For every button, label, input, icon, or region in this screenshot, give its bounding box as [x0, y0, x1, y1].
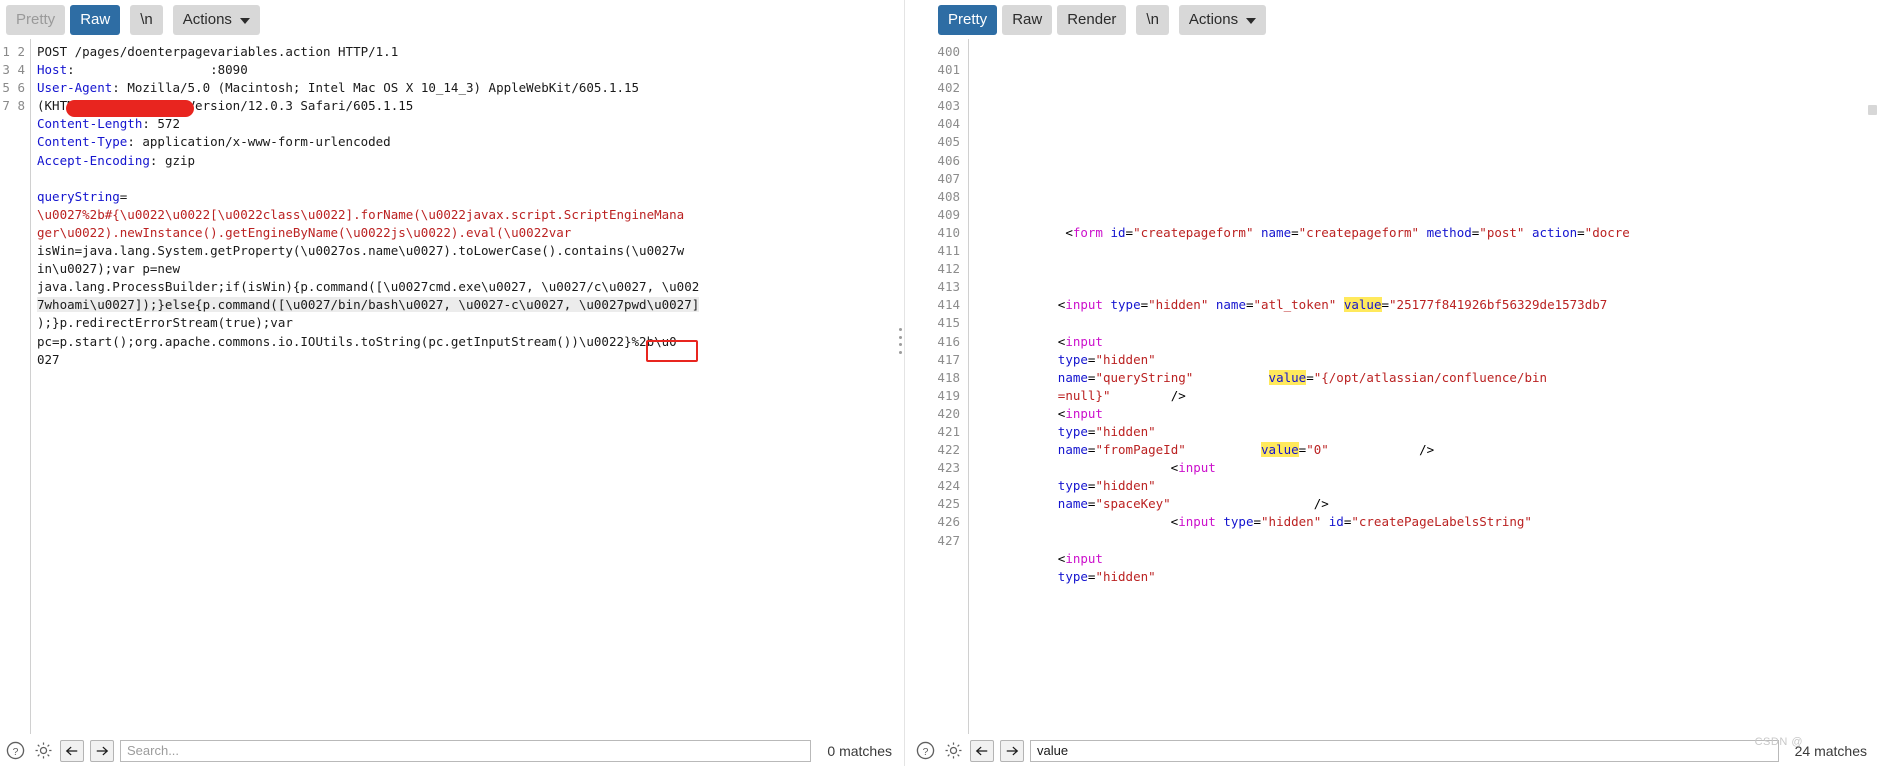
search-next-button[interactable] — [1000, 739, 1024, 762]
response-bottom-bar: ? 24 matches — [910, 734, 1879, 766]
tab-request-pretty[interactable]: Pretty — [6, 5, 66, 35]
response-panel: Pretty Raw Render \n Actions 400 401 402… — [910, 0, 1879, 766]
response-search-input[interactable] — [1030, 739, 1779, 762]
request-line-numbers: 1 2 3 4 5 6 7 8 — [0, 39, 30, 734]
panel-drag-handle[interactable] — [899, 328, 903, 354]
request-match-count: 0 matches — [827, 742, 892, 759]
gear-icon[interactable] — [942, 740, 964, 762]
response-actions-label: Actions — [1188, 11, 1239, 28]
request-bottom-bar: ? 0 matches — [0, 734, 904, 766]
chevron-down-icon — [1246, 17, 1257, 24]
request-search-input[interactable] — [120, 739, 812, 762]
response-pretty-text: <form id="createpageform" name="createpa… — [1057, 224, 1630, 584]
request-tabbar: Pretty Raw \n Actions — [0, 0, 904, 38]
request-actions-label: Actions — [182, 11, 232, 28]
request-raw-text: POST /pages/doenterpagevariables.action … — [37, 44, 700, 367]
search-prev-button[interactable] — [970, 739, 994, 762]
response-scrollbar[interactable] — [1868, 105, 1877, 115]
response-actions-button[interactable]: Actions — [1178, 5, 1267, 35]
svg-text:?: ? — [12, 747, 18, 758]
response-editor[interactable]: 400 401 402 403 404 405 406 407 408 409 … — [910, 38, 1879, 734]
gear-icon[interactable] — [32, 740, 54, 762]
help-icon[interactable]: ? — [914, 740, 936, 762]
redacted-host-bar — [66, 100, 194, 117]
response-code-area[interactable]: <form id="createpageform" name="createpa… — [968, 39, 1879, 734]
request-panel: Pretty Raw \n Actions 1 2 3 4 5 6 7 8 PO… — [0, 0, 904, 766]
burp-repeater-window: Pretty Raw \n Actions 1 2 3 4 5 6 7 8 PO… — [0, 0, 1879, 766]
svg-text:?: ? — [922, 747, 928, 758]
tab-request-raw[interactable]: Raw — [70, 5, 121, 35]
search-next-button[interactable] — [90, 739, 114, 762]
tab-response-pretty[interactable]: Pretty — [938, 5, 998, 35]
response-line-numbers: 400 401 402 403 404 405 406 407 408 409 … — [910, 39, 968, 734]
request-code-area[interactable]: POST /pages/doenterpagevariables.action … — [30, 39, 904, 734]
watermark: CSDN @ — [1754, 736, 1803, 748]
request-actions-button[interactable]: Actions — [172, 5, 260, 35]
tab-response-render[interactable]: Render — [1057, 5, 1127, 35]
request-editor[interactable]: 1 2 3 4 5 6 7 8 POST /pages/doenterpagev… — [0, 38, 904, 734]
tab-response-raw[interactable]: Raw — [1002, 5, 1053, 35]
help-icon[interactable]: ? — [4, 740, 26, 762]
tab-request-newline[interactable]: \n — [130, 5, 163, 35]
tab-response-newline[interactable]: \n — [1136, 5, 1169, 35]
chevron-down-icon — [239, 17, 250, 24]
search-prev-button[interactable] — [60, 739, 84, 762]
response-tabbar: Pretty Raw Render \n Actions — [910, 0, 1879, 38]
